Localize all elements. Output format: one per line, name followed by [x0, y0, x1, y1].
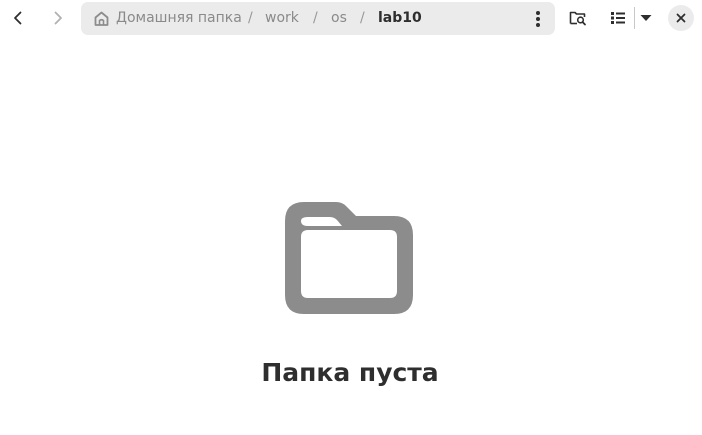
close-button[interactable]: [668, 5, 694, 31]
chevron-left-icon: [14, 11, 22, 25]
folder-search-icon: [569, 11, 586, 26]
view-divider: [634, 7, 635, 29]
breadcrumb-os[interactable]: os: [331, 2, 347, 35]
path-menu-button[interactable]: [525, 6, 551, 32]
view-list-button[interactable]: [603, 4, 633, 32]
breadcrumb-work[interactable]: work: [265, 2, 299, 35]
back-button[interactable]: [4, 4, 32, 32]
breadcrumb-home[interactable]: Домашняя папка: [116, 2, 242, 35]
breadcrumb-lab10[interactable]: lab10: [378, 2, 422, 35]
forward-button[interactable]: [44, 4, 72, 32]
home-icon: [94, 11, 109, 26]
view-options-button[interactable]: [636, 4, 656, 32]
breadcrumb-separator: /: [313, 10, 318, 26]
file-manager-window: Домашняя папка / work / os / lab10 Папка…: [0, 0, 702, 435]
header-bar: Домашняя папка / work / os / lab10: [0, 0, 702, 36]
path-bar: Домашняя папка / work / os / lab10: [81, 2, 555, 35]
chevron-right-icon: [54, 11, 62, 25]
list-view-icon: [611, 12, 625, 24]
vertical-ellipsis-icon: [536, 11, 540, 27]
breadcrumb-separator: /: [248, 10, 253, 26]
folder-search-button[interactable]: [563, 4, 593, 32]
folder-icon: [285, 202, 413, 314]
triangle-down-icon: [640, 15, 652, 21]
empty-folder-title: Папка пуста: [261, 358, 439, 387]
close-icon: [676, 13, 686, 23]
breadcrumb-separator: /: [360, 10, 365, 26]
